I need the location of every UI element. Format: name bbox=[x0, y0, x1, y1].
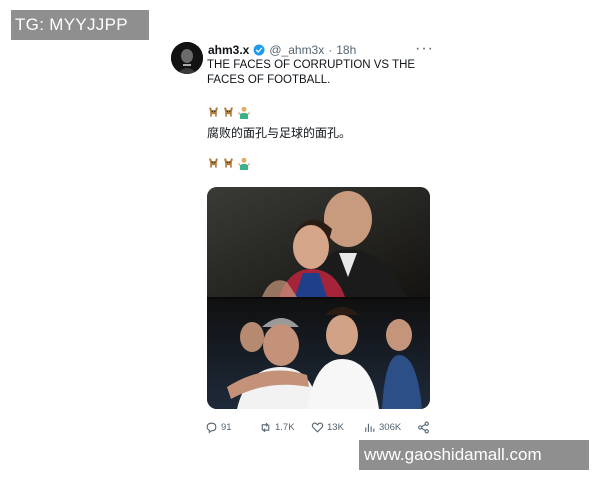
tweet-text-en: THE FACES OF CORRUPTION VS THE FACES OF … bbox=[207, 59, 416, 86]
reply-button[interactable]: 91 bbox=[205, 418, 232, 436]
views-button[interactable]: 306K bbox=[363, 418, 401, 436]
display-name[interactable]: ahm3.x bbox=[208, 43, 249, 57]
photo-bottom bbox=[207, 299, 430, 409]
separator-dot: · bbox=[328, 43, 333, 57]
repost-count: 1.7K bbox=[275, 421, 295, 433]
timestamp[interactable]: 18h bbox=[336, 43, 356, 57]
more-options-icon[interactable]: ··· bbox=[415, 41, 434, 57]
reply-icon bbox=[206, 422, 217, 433]
tweet-text-zh: 腐败的面孔与足球的面孔。 bbox=[207, 126, 352, 140]
tweet-header: ahm3.x @_ahm3x · 18h bbox=[208, 42, 356, 58]
repost-button[interactable]: 1.7K bbox=[259, 418, 295, 436]
person-shrugging-icon bbox=[237, 157, 251, 170]
goat-icon bbox=[224, 157, 233, 168]
heart-icon bbox=[311, 422, 324, 433]
photo-top bbox=[207, 187, 430, 297]
goat-icon bbox=[209, 157, 218, 168]
watermark-top: TG: MYYJJPP bbox=[11, 10, 149, 40]
reply-count: 91 bbox=[221, 421, 232, 433]
avatar-image bbox=[171, 42, 203, 74]
goat-icon bbox=[224, 106, 233, 117]
tweet-actions-bar: 91 1.7K 13K 306K bbox=[205, 418, 435, 436]
like-count: 13K bbox=[327, 421, 344, 433]
media-photo-collage bbox=[207, 187, 430, 409]
watermark-bottom: www.gaoshidamall.com bbox=[359, 440, 589, 470]
emoji-row-2 bbox=[207, 155, 251, 171]
like-button[interactable]: 13K bbox=[311, 418, 344, 436]
tweet-media[interactable] bbox=[207, 187, 430, 409]
avatar[interactable] bbox=[171, 42, 203, 74]
share-button[interactable] bbox=[417, 418, 430, 436]
goat-icon bbox=[209, 106, 218, 117]
share-icon bbox=[418, 421, 429, 433]
views-count: 306K bbox=[379, 421, 402, 433]
repost-icon bbox=[261, 422, 270, 432]
verified-badge-icon bbox=[253, 44, 265, 56]
person-shrugging-icon bbox=[237, 106, 251, 119]
emoji-row-1 bbox=[207, 104, 251, 120]
handle[interactable]: @_ahm3x bbox=[269, 43, 324, 57]
views-chart-icon bbox=[365, 423, 375, 432]
